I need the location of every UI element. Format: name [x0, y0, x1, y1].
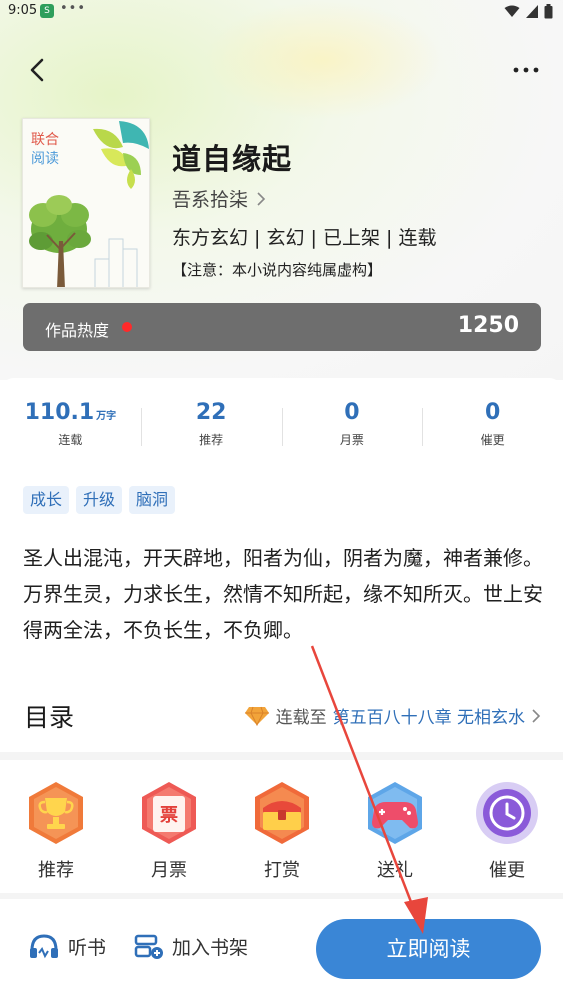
catalog-prefix: 连载至: [275, 708, 327, 728]
author-name: 吾系拾柒: [172, 189, 249, 211]
book-note: 【注意：本小说内容纯属虚构】: [172, 261, 383, 279]
status-overflow-dots: •••: [60, 1, 87, 16]
stat-monthly-ticket: 0 月票: [281, 400, 423, 460]
app-notification-icon: S: [40, 4, 54, 18]
urge-update-button[interactable]: 催更: [467, 780, 547, 882]
clock-icon: [476, 782, 538, 844]
stat-label: 推荐: [199, 433, 224, 447]
action-label: 月票: [151, 860, 187, 881]
book-title: 道自缘起: [172, 142, 293, 176]
ticket-icon-text: 票: [160, 805, 178, 826]
monthly-ticket-button[interactable]: 票 月票: [129, 780, 209, 882]
action-label: 打赏: [264, 860, 300, 881]
recommend-button[interactable]: 推荐: [16, 780, 96, 882]
headphones-icon: [30, 934, 58, 959]
action-row: 推荐 票 月票 打赏 送礼 催更: [0, 780, 563, 890]
status-bar: 9:05 S •••: [0, 0, 563, 24]
latest-chapter: 第五百八十八章 无相玄水: [332, 708, 525, 728]
more-button[interactable]: [511, 60, 541, 80]
book-intro[interactable]: 圣人出混沌，开天辟地，阳者为仙，阴者为魔，神者兼修。万界生灵，力求长生，然情不知…: [23, 540, 543, 648]
treasure-chest-icon: [255, 782, 309, 844]
listen-button[interactable]: 听书: [28, 932, 106, 960]
trophy-icon: [29, 782, 83, 844]
shelf-label: 加入书架: [172, 936, 249, 959]
tip-button[interactable]: 打赏: [242, 780, 322, 882]
tag-chip[interactable]: 成长: [23, 486, 70, 514]
stat-value: 0: [484, 400, 501, 425]
stat-urge-update: 0 催更: [422, 400, 563, 460]
signal-icon: [526, 5, 538, 18]
book-tags: 东方玄幻 | 玄幻 | 已上架 | 连载: [172, 227, 437, 249]
stat-unit: 万字: [96, 411, 117, 422]
stat-recommend: 22 推荐: [140, 400, 282, 460]
heat-label: 作品热度: [45, 321, 110, 340]
tag-chip[interactable]: 升级: [76, 486, 123, 514]
battery-icon: [544, 4, 553, 19]
action-label: 推荐: [38, 860, 74, 881]
catalog-latest-link[interactable]: 连载至 第五百八十八章 无相玄水: [244, 703, 541, 728]
stat-word-count: 110.1 万字 连载: [0, 400, 141, 460]
stat-label: 连载: [58, 433, 83, 447]
action-label: 催更: [489, 860, 525, 881]
author-link[interactable]: 吾系拾柒: [172, 185, 266, 212]
action-label: 送礼: [377, 860, 413, 881]
status-indicators: [504, 4, 553, 19]
read-now-button[interactable]: 立即阅读: [316, 919, 541, 979]
tag-chip[interactable]: 脑洞: [129, 486, 176, 514]
section-divider: [0, 752, 563, 760]
book-cover[interactable]: 联合 阅读: [22, 118, 150, 288]
stat-value: 110.1: [24, 400, 95, 425]
listen-label: 听书: [68, 936, 107, 959]
gift-button[interactable]: 送礼: [355, 780, 435, 882]
tag-chips: 成长 升级 脑洞: [23, 486, 176, 514]
bottom-bar: 听书 加入书架 立即阅读: [0, 899, 563, 1001]
add-to-shelf-button[interactable]: 加入书架: [132, 932, 248, 960]
stats-row: 110.1 万字 连载 22 推荐 0 月票 0 催更: [0, 400, 563, 460]
heat-value: 1250: [457, 313, 519, 338]
chevron-right-icon: [257, 191, 266, 206]
stat-label: 月票: [339, 433, 364, 447]
wifi-icon: [504, 5, 520, 17]
chevron-right-icon: [532, 708, 541, 723]
gamepad-icon: [368, 782, 422, 844]
diamond-icon: [244, 706, 269, 726]
back-button[interactable]: [24, 56, 52, 84]
stat-value: 0: [344, 400, 360, 425]
status-time: 9:05: [8, 3, 38, 18]
ticket-icon: 票: [142, 782, 196, 844]
stat-value: 22: [195, 400, 227, 425]
cover-illustration: [29, 121, 149, 287]
catalog-title: 目录: [24, 703, 75, 732]
heat-dot-icon: [122, 322, 132, 332]
heat-bar[interactable]: 作品热度 1250: [23, 303, 541, 351]
stat-label: 催更: [480, 433, 505, 447]
bookshelf-add-icon: [134, 934, 163, 959]
